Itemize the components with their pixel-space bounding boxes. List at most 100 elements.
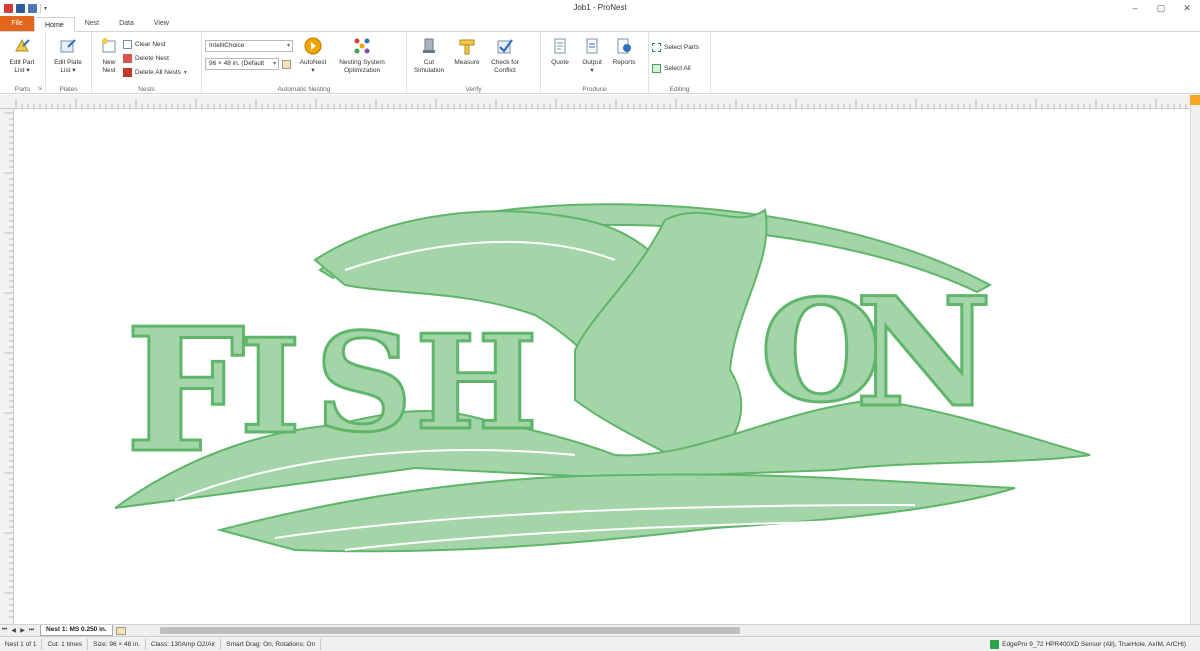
measure-icon [457,36,477,56]
group-automatic-nesting: IntelliChoice ▾ 96 × 48 in. (Default ▾ A… [202,32,407,94]
output-button[interactable]: Output ▾ [576,34,608,94]
check-conflict-label: Check for Conflict [491,59,519,74]
tab-nest[interactable]: Nest [75,16,109,31]
customize-icon[interactable]: ▾ [44,5,47,12]
maximize-button[interactable]: ▢ [1148,0,1174,16]
autonest-icon [303,36,323,56]
select-all-label: Select All [664,65,691,72]
cut-simulation-button[interactable]: Cut Simulation [410,34,448,94]
horizontal-scrollbar[interactable] [160,627,740,634]
quick-access-toolbar: ▾ [0,0,47,16]
group-label-automatic-nesting: Automatic Nesting [277,86,331,93]
quote-label: Quote [551,59,569,66]
group-label-verify: Verify [465,86,482,93]
window-title: Job1 - ProNest [573,3,627,12]
minimize-button[interactable]: – [1122,0,1148,16]
next-sheet-icon[interactable]: ▶ [18,627,27,634]
output-icon [582,36,602,56]
horizontal-ruler-ticks [15,99,1187,109]
measure-label: Measure [454,59,480,66]
quote-button[interactable]: Quote [544,34,576,94]
status-bar: Nest 1 of 1 Cut: 1 times Size: 96 × 48 i… [0,636,1200,651]
status-nest: Nest 1 of 1 [0,638,43,650]
vertical-scrollbar[interactable] [1190,95,1200,624]
check-conflict-button[interactable]: Check for Conflict [486,34,524,94]
new-nest-button[interactable]: New Nest [95,34,123,94]
ribbon: Edit Part List ▾ Parts ⇲ Edit Plate List… [0,32,1200,94]
status-smart-drag: Smart Drag: On, Rotations: On [221,638,322,650]
tab-view[interactable]: View [144,16,179,31]
strategy-select[interactable]: IntelliChoice ▾ [205,40,293,52]
plate-settings-icon[interactable] [282,59,291,69]
first-sheet-icon[interactable]: ⏮ [0,627,9,634]
new-sheet-icon[interactable] [115,626,126,635]
select-parts-button[interactable]: Select Parts [652,42,699,53]
clear-nest-button[interactable]: Clear Nest [123,39,187,50]
nesting-optimization-icon [352,36,372,56]
nesting-optimization-label: Nesting System Optimization [339,59,385,74]
pronest-logo-icon[interactable] [4,3,13,13]
delete-all-nests-icon [123,68,132,77]
status-machine[interactable]: EdgePro 9_72 HPR400XD Sensor (All), True… [990,639,1186,650]
letter-i: I [240,310,301,463]
select-all-icon [652,64,661,73]
letter-s: S [315,303,413,462]
status-size: Size: 96 × 48 in. [88,638,146,650]
reports-button[interactable]: Reports [608,34,640,94]
status-cut: Cut: 1 times [42,638,89,650]
tab-home[interactable]: Home [34,17,75,32]
measure-button[interactable]: Measure [448,34,486,94]
select-all-button[interactable]: Select All [652,63,699,74]
plate-size-row: 96 × 48 in. (Default ▾ [205,58,293,70]
delete-all-nests-label: Delete All Nests [135,69,181,76]
plate-size-select[interactable]: 96 × 48 in. (Default ▾ [205,58,279,70]
group-produce: Quote Output ▾ Reports Produce [541,32,649,94]
parts-dialog-launcher-icon[interactable]: ⇲ [37,85,42,92]
view-options-icon[interactable] [1190,95,1200,105]
water-shape [216,473,1016,553]
nest-canvas[interactable]: F I S H O N [15,110,1190,624]
strategy-chevron-down-icon: ▾ [286,43,290,49]
title-bar: ▾ Job1 - ProNest – ▢ ✕ [0,0,1200,16]
last-sheet-icon[interactable]: ⏭ [27,627,36,634]
autonest-selectors: IntelliChoice ▾ 96 × 48 in. (Default ▾ [205,34,293,94]
tab-file[interactable]: File [0,16,34,31]
strategy-value: IntelliChoice [209,42,245,49]
group-parts: Edit Part List ▾ Parts ⇲ [0,32,46,94]
save-icon[interactable] [16,3,25,13]
letter-f: F [125,291,246,491]
plate-size-value: 96 × 48 in. (Default [209,60,265,67]
sheet-tab-nest-1[interactable]: Nest 1: MS 0.250 in. [40,625,113,636]
clear-nest-icon [123,40,132,49]
output-label: Output ▾ [582,59,602,74]
edit-part-list-label: Edit Part List ▾ [9,59,35,74]
edit-part-list-button[interactable]: Edit Part List ▾ [3,34,41,94]
reports-icon [614,36,634,56]
nests-small-buttons: Clear Nest Delete Nest Delete All Nests … [123,34,187,94]
delete-all-nests-dropdown-icon[interactable]: ▾ [184,69,187,76]
prev-sheet-icon[interactable]: ◀ [9,627,18,634]
select-parts-icon [652,43,661,52]
edit-plate-list-label: Edit Plate List ▾ [54,59,82,74]
sheet-tab-bar: ⏮ ◀ ▶ ⏭ Nest 1: MS 0.250 in. [0,624,1200,636]
fish-on-part[interactable]: F I S H O N [15,110,1190,624]
edit-plate-list-icon [58,36,78,56]
autonest-label: AutoNest ▾ [299,59,327,74]
close-button[interactable]: ✕ [1174,0,1200,16]
tab-data[interactable]: Data [109,16,144,31]
save-as-icon[interactable] [28,3,37,13]
editing-buttons: Select Parts Select All [652,34,699,94]
edit-plate-list-button[interactable]: Edit Plate List ▾ [49,34,87,94]
nesting-optimization-button[interactable]: Nesting System Optimization [330,34,394,94]
autonest-button[interactable]: AutoNest ▾ [296,34,330,94]
letter-h: H [415,306,538,459]
cut-simulation-icon [419,36,439,56]
group-label-plates: Plates [59,86,78,93]
quote-icon [550,36,570,56]
ribbon-tabs: File Home Nest Data View [0,16,1200,32]
group-editing: Select Parts Select All Editing [649,32,711,94]
edit-part-list-icon [12,36,32,56]
delete-nest-button[interactable]: Delete Nest [123,53,187,64]
delete-nest-icon [123,54,132,63]
delete-all-nests-button[interactable]: Delete All Nests ▾ [123,67,187,78]
